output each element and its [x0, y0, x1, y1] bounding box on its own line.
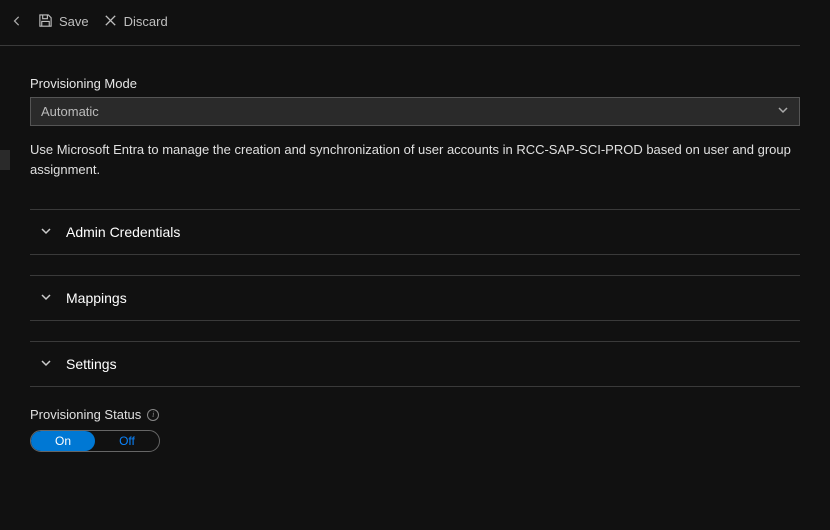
back-chevron-icon[interactable]: [10, 10, 24, 33]
section-settings[interactable]: Settings: [30, 341, 800, 387]
provisioning-mode-dropdown[interactable]: Automatic: [30, 97, 800, 126]
content: Provisioning Mode Automatic Use Microsof…: [0, 46, 830, 452]
provisioning-description: Use Microsoft Entra to manage the creati…: [30, 140, 800, 179]
chevron-down-icon: [40, 357, 52, 372]
info-icon[interactable]: i: [147, 409, 159, 421]
chevron-down-icon: [40, 291, 52, 306]
save-label: Save: [59, 14, 89, 29]
chevron-down-icon: [40, 225, 52, 240]
discard-icon: [103, 13, 118, 31]
save-icon: [38, 13, 53, 31]
discard-label: Discard: [124, 14, 168, 29]
toolbar: Save Discard: [0, 0, 800, 46]
chevron-down-icon: [777, 104, 789, 119]
toggle-off[interactable]: Off: [95, 431, 159, 451]
section-admin-credentials[interactable]: Admin Credentials: [30, 209, 800, 255]
provisioning-status-row: Provisioning Status i: [30, 407, 800, 422]
admin-credentials-title: Admin Credentials: [66, 224, 180, 240]
provisioning-status-toggle[interactable]: On Off: [30, 430, 160, 452]
section-mappings[interactable]: Mappings: [30, 275, 800, 321]
provisioning-mode-label: Provisioning Mode: [30, 76, 800, 91]
left-rail-indicator: [0, 150, 10, 170]
provisioning-status-label: Provisioning Status: [30, 407, 141, 422]
settings-title: Settings: [66, 356, 117, 372]
save-button[interactable]: Save: [38, 13, 89, 31]
provisioning-mode-value: Automatic: [41, 104, 99, 119]
toggle-on[interactable]: On: [31, 431, 95, 451]
mappings-title: Mappings: [66, 290, 127, 306]
discard-button[interactable]: Discard: [103, 13, 168, 31]
